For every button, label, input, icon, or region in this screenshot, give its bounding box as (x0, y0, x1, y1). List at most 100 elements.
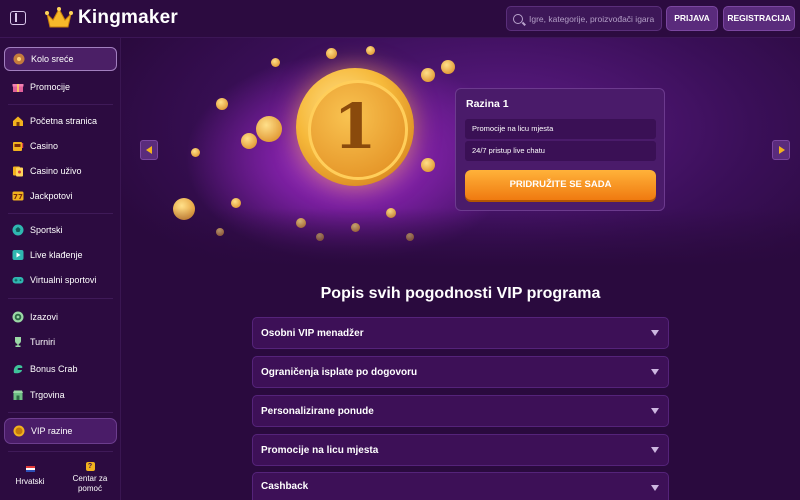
soccer-ball-icon (12, 224, 24, 236)
croatian-flag-icon (25, 466, 35, 472)
top-header: Kingmaker PRIJAVA REGISTRACIJA (0, 0, 800, 38)
join-now-button[interactable]: PRIDRUŽITE SE SADA (465, 170, 656, 200)
sidebar-item-live-casino[interactable]: Casino uživo (4, 159, 117, 183)
accordion-item[interactable]: Cashback (252, 472, 669, 500)
big-gold-coin-icon: 1 (296, 68, 414, 186)
sidebar-item-label: Virtualni sportovi (30, 275, 97, 285)
sidebar-item-label: Casino (30, 141, 59, 151)
sidebar-item-label: Kolo sreće (31, 54, 74, 64)
home-icon (12, 115, 24, 127)
sidebar-item-vip-levels[interactable]: VIP razine (4, 418, 117, 444)
coin-icon (366, 46, 375, 55)
svg-text:77: 77 (13, 193, 23, 201)
chevron-down-icon (651, 485, 659, 491)
sidebar: Kolo sreće Promocije Početna stranica Ca… (0, 38, 121, 500)
language-selector[interactable]: Hrvatski (10, 466, 50, 486)
page-title: Popis svih pogodnosti VIP programa (320, 285, 601, 302)
search-input[interactable] (529, 13, 661, 24)
carousel-prev-button[interactable] (140, 140, 158, 160)
sidebar-item-label: VIP razine (31, 426, 73, 436)
accordion-item[interactable]: Personalizirane ponude (252, 395, 669, 427)
carousel-next-button[interactable] (772, 140, 790, 160)
chevron-down-icon (651, 369, 659, 375)
slot-machine-icon (12, 140, 24, 152)
logo[interactable]: Kingmaker (45, 6, 178, 30)
sidebar-item-live-betting[interactable]: Live klađenje (4, 243, 117, 267)
accordion-item[interactable]: Ograničenja isplate po dogovoru (252, 356, 669, 388)
sidebar-item-label: Casino uživo (30, 166, 82, 176)
crab-claw-icon (12, 363, 24, 375)
sidebar-item-bonus-crab[interactable]: Bonus Crab (4, 357, 117, 381)
level-perk: 24/7 pristup live chatu (465, 141, 656, 161)
accordion-label: Personalizirane ponude (261, 405, 374, 417)
wheel-icon (13, 53, 25, 65)
live-casino-icon (12, 165, 24, 177)
accordion-label: Osobni VIP menadžer (261, 327, 364, 339)
sidebar-divider (8, 451, 113, 452)
jackpot-icon: 77 (12, 190, 24, 202)
accordion-item[interactable]: Osobni VIP menadžer (252, 317, 669, 349)
vip-hero-banner: 1 Razina 1 Promocije na licu mjesta 24/7… (121, 38, 800, 268)
coin-icon (216, 98, 228, 110)
sidebar-item-wheel[interactable]: Kolo sreće (4, 47, 117, 71)
sidebar-divider (8, 213, 113, 214)
sidebar-divider (8, 298, 113, 299)
coin-icon (421, 158, 435, 172)
search-box[interactable] (506, 6, 662, 31)
sidebar-item-tournaments[interactable]: Turniri (4, 330, 117, 354)
help-label: Centar za pomoć (72, 474, 108, 493)
sidebar-item-jackpots[interactable]: 77 Jackpotovi (4, 184, 117, 208)
sidebar-item-shop[interactable]: Trgovina (4, 383, 117, 407)
sidebar-item-label: Sportski (30, 225, 63, 235)
vip-level-card: Razina 1 Promocije na licu mjesta 24/7 p… (455, 88, 665, 211)
coin-icon (326, 48, 337, 59)
vip-coin-icon (13, 425, 25, 437)
sidebar-item-sports[interactable]: Sportski (4, 218, 117, 242)
sidebar-divider (8, 104, 113, 105)
accordion-item[interactable]: Promocije na licu mjesta (252, 434, 669, 466)
coin-icon (271, 58, 280, 67)
sidebar-item-label: Izazovi (30, 312, 59, 322)
register-button[interactable]: REGISTRACIJA (723, 6, 795, 31)
sidebar-item-home[interactable]: Početna stranica (4, 109, 117, 133)
brand-name: Kingmaker (78, 7, 179, 28)
crown-icon (45, 6, 73, 30)
sidebar-item-label: Live klađenje (30, 250, 83, 260)
chevron-down-icon (651, 330, 659, 336)
target-icon (12, 311, 24, 323)
login-button[interactable]: PRIJAVA (666, 6, 718, 31)
level-title: Razina 1 (466, 98, 509, 110)
coin-icon (241, 133, 257, 149)
gift-icon (12, 81, 24, 93)
chevron-down-icon (651, 447, 659, 453)
help-center-link[interactable]: ? Centar za pomoć (65, 462, 115, 494)
sidebar-divider (8, 412, 113, 413)
sidebar-item-challenges[interactable]: Izazovi (4, 305, 117, 329)
shop-icon (12, 389, 24, 401)
accordion-label: Promocije na licu mjesta (261, 444, 379, 456)
sidebar-item-label: Bonus Crab (30, 364, 78, 374)
help-icon: ? (85, 462, 95, 471)
coin-icon (191, 148, 200, 157)
play-icon (12, 249, 24, 261)
chevron-down-icon (651, 408, 659, 414)
language-label: Hrvatski (15, 477, 45, 486)
coin-icon (231, 198, 241, 208)
level-perk: Promocije na licu mjesta (465, 119, 656, 139)
coin-icon (256, 116, 282, 142)
sidebar-item-promotions[interactable]: Promocije (4, 75, 117, 99)
sidebar-item-label: Jackpotovi (30, 191, 73, 201)
gamepad-icon (12, 274, 24, 286)
sidebar-item-virtual-sports[interactable]: Virtualni sportovi (4, 268, 117, 292)
coin-icon (421, 68, 435, 82)
search-icon (513, 13, 523, 24)
sidebar-item-label: Promocije (30, 82, 71, 92)
sidebar-toggle-icon[interactable] (10, 11, 26, 25)
sidebar-item-label: Turniri (30, 337, 56, 347)
coin-icon (441, 60, 455, 74)
sidebar-item-casino[interactable]: Casino (4, 134, 117, 158)
trophy-icon (12, 336, 24, 348)
accordion-label: Ograničenja isplate po dogovoru (261, 366, 418, 378)
sidebar-item-label: Trgovina (30, 390, 65, 400)
sidebar-item-label: Početna stranica (30, 116, 98, 126)
